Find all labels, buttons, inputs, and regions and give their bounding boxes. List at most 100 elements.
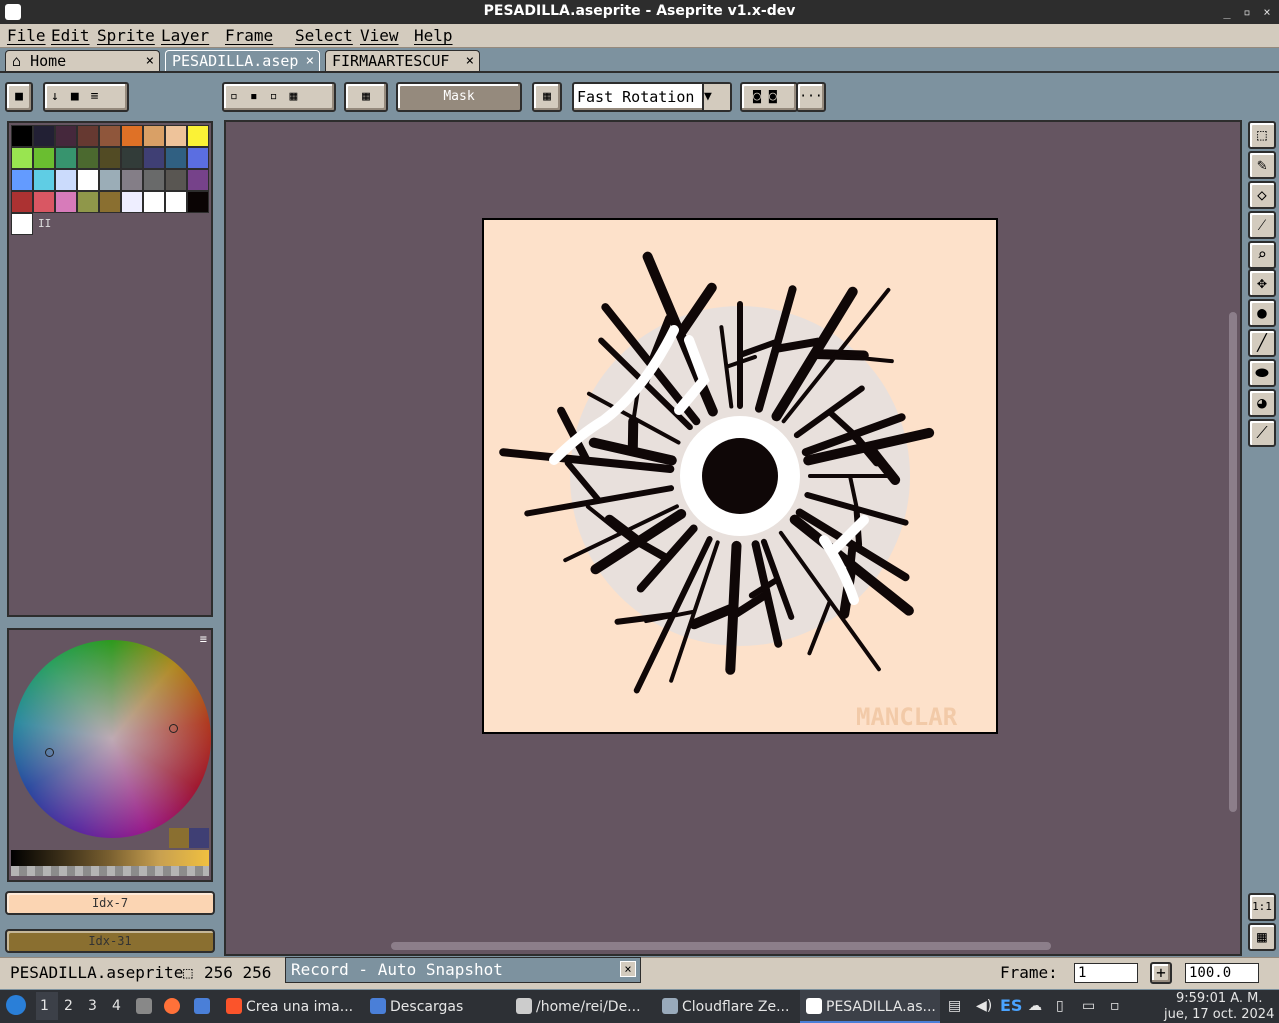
palette-swatch[interactable] (121, 169, 143, 191)
frame-input[interactable]: 1 (1074, 963, 1138, 983)
menu-frame[interactable]: Frame (225, 26, 273, 45)
horizontal-scrollbar[interactable] (391, 942, 1051, 950)
ramp-swatch[interactable] (189, 828, 209, 848)
rotation-algorithm-select[interactable]: Fast Rotation ▼ (572, 82, 732, 112)
wheel-marker[interactable] (169, 724, 178, 733)
foreground-color-button[interactable]: Idx-7 (5, 891, 215, 915)
move-tool[interactable]: ✥ (1248, 269, 1276, 297)
close-record-icon[interactable]: × (620, 961, 636, 977)
selection-mode-group[interactable]: ▫▪▫▦ (222, 82, 336, 112)
panel-menu-icon[interactable]: ≡ (200, 632, 207, 646)
start-menu-icon[interactable] (6, 995, 26, 1015)
palette-swatch[interactable] (99, 125, 121, 147)
drop-pixels-group[interactable]: ◙◙ (740, 82, 798, 112)
mask-color-button[interactable]: Mask (396, 82, 522, 112)
palette-swatch[interactable] (11, 169, 33, 191)
workspace-4[interactable]: 4 (112, 998, 121, 1014)
vertical-scrollbar[interactable] (1229, 312, 1237, 812)
menu-sprite[interactable]: Sprite (97, 26, 155, 45)
eyedropper-tool[interactable]: ⁄ (1248, 211, 1276, 239)
contour-tool[interactable]: ◕ (1248, 389, 1276, 417)
palette-swatch[interactable] (77, 125, 99, 147)
palette-swatch[interactable] (77, 191, 99, 213)
workspace-2[interactable]: 2 (64, 998, 73, 1014)
menu-edit[interactable]: Edit (51, 26, 90, 45)
palette-swatch[interactable] (187, 125, 209, 147)
menu-select[interactable]: Select (295, 26, 353, 45)
palette-swatch[interactable] (143, 191, 165, 213)
palette-swatch[interactable] (11, 147, 33, 169)
menu-view[interactable]: View (360, 26, 399, 45)
menu-help[interactable]: Help (414, 26, 453, 45)
close-tab-icon[interactable]: × (466, 51, 474, 72)
workspace-3[interactable]: 3 (88, 998, 97, 1014)
more-options-button[interactable]: ··· (796, 82, 826, 112)
palette-swatch[interactable] (143, 125, 165, 147)
palette-swatch[interactable] (187, 191, 209, 213)
palette-actions[interactable]: ↓■≡ (43, 82, 129, 112)
blur-tool[interactable]: ⟋ (1248, 419, 1276, 447)
clipboard-icon[interactable]: ▤ (948, 998, 961, 1014)
maximize-button[interactable]: ▫ (1238, 3, 1256, 21)
sprite-canvas[interactable]: MANCLAR (482, 218, 998, 734)
zoom-input[interactable]: 100.0 (1185, 963, 1259, 983)
palette-swatch[interactable] (143, 169, 165, 191)
tab-pesadilla[interactable]: PESADILLA.asep × (165, 50, 320, 73)
palette-swatch[interactable] (165, 191, 187, 213)
palette-swatch[interactable] (165, 125, 187, 147)
palette-swatch[interactable] (165, 147, 187, 169)
palette-swatch[interactable] (121, 147, 143, 169)
record-snapshot-panel[interactable]: Record - Auto Snapshot × (285, 957, 641, 983)
close-window-button[interactable]: × (1258, 3, 1276, 21)
display-icon[interactable]: ▭ (1082, 998, 1095, 1014)
tab-firmaartescuf[interactable]: FIRMAARTESCUF × (325, 50, 480, 73)
cloud-icon[interactable]: ☁ (1028, 998, 1042, 1014)
wheel-marker[interactable] (45, 748, 54, 757)
palette-swatch[interactable] (55, 191, 77, 213)
clock-time[interactable]: 9:59:01 A. M. (1176, 991, 1263, 1006)
brightness-ramp[interactable] (11, 850, 209, 866)
color-wheel[interactable] (13, 640, 211, 838)
fill-tool[interactable]: ● (1248, 299, 1276, 327)
tab-home[interactable]: ⌂ Home × (5, 50, 160, 73)
palette-swatch[interactable] (121, 125, 143, 147)
desktop-launcher-icon[interactable] (194, 998, 214, 1015)
volume-icon[interactable]: ◀) (976, 998, 992, 1014)
task-editor[interactable]: /home/rei/De... (516, 998, 641, 1015)
palette-swatch[interactable] (11, 125, 33, 147)
palette-swatch[interactable] (77, 169, 99, 191)
transparent-color-button[interactable]: ▦ (344, 82, 388, 112)
palette-swatch[interactable] (33, 147, 55, 169)
menu-file[interactable]: File (7, 26, 46, 45)
actual-size-button[interactable]: 1:1 (1248, 893, 1276, 921)
line-tool[interactable]: ╱ (1248, 329, 1276, 357)
file-manager-launcher-icon[interactable] (136, 998, 156, 1015)
minimize-button[interactable]: _ (1218, 3, 1236, 21)
notes-icon[interactable]: ▯ (1056, 998, 1064, 1014)
background-color-button[interactable]: Idx-31 (5, 929, 215, 953)
marquee-tool[interactable]: ⬚ (1248, 121, 1276, 149)
workspace-1[interactable]: 1 (40, 998, 49, 1014)
close-tab-icon[interactable]: × (146, 51, 154, 72)
lock-button[interactable]: ■ (5, 82, 33, 112)
palette-swatch[interactable] (11, 213, 33, 235)
eraser-tool[interactable]: ◇ (1248, 181, 1276, 209)
palette-swatch[interactable] (99, 169, 121, 191)
palette-swatch[interactable] (55, 125, 77, 147)
task-browser[interactable]: Crea una ima... (226, 998, 353, 1015)
ramp-swatch[interactable] (169, 828, 189, 848)
palette-swatch[interactable] (187, 147, 209, 169)
palette-swatch[interactable] (99, 147, 121, 169)
palette-swatch[interactable] (121, 191, 143, 213)
palette-swatch[interactable] (55, 169, 77, 191)
palette-swatch[interactable] (165, 169, 187, 191)
palette-swatch[interactable] (55, 147, 77, 169)
palette-swatch[interactable] (33, 169, 55, 191)
notification-icon[interactable]: ▫ (1110, 998, 1120, 1014)
keyboard-layout[interactable]: ES (1000, 996, 1022, 1015)
zoom-tool[interactable]: ⌕ (1248, 241, 1276, 269)
palette-swatch[interactable] (33, 191, 55, 213)
add-frame-button[interactable]: + (1150, 962, 1172, 984)
pencil-tool[interactable]: ✎ (1248, 151, 1276, 179)
clock-date[interactable]: jue, 17 oct. 2024 (1164, 1007, 1274, 1022)
